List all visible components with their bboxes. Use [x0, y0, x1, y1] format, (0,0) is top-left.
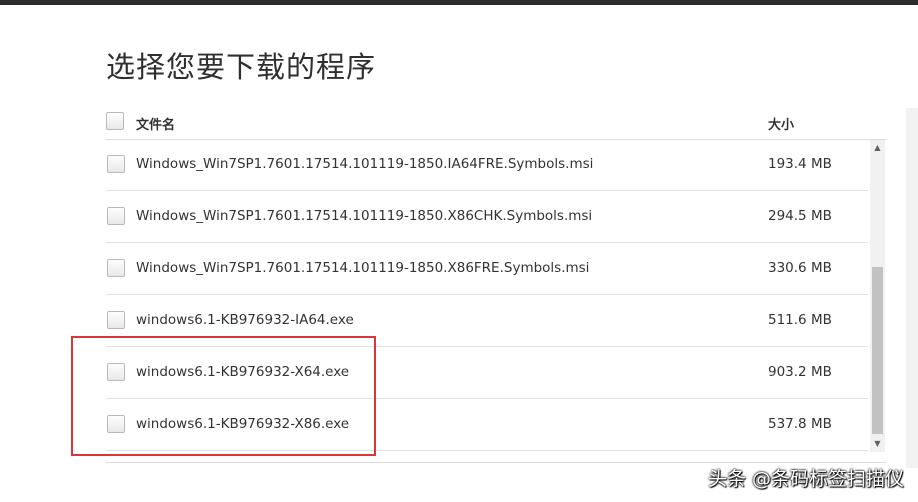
file-name: Windows_Win7SP1.7601.17514.101119-1850.I…: [136, 156, 594, 172]
list-scrollbar[interactable]: ▲ ▼: [870, 140, 885, 452]
row-checkbox[interactable]: [107, 155, 125, 173]
table-header: 文件名 大小: [106, 108, 886, 138]
list-bottom-divider: [106, 462, 886, 463]
highlight-box: [71, 336, 376, 456]
table-row[interactable]: Windows_Win7SP1.7601.17514.101119-1850.X…: [106, 243, 868, 295]
file-name: windows6.1-KB976932-IA64.exe: [136, 312, 354, 328]
file-size: 330.6 MB: [768, 260, 832, 276]
scrollbar-thumb[interactable]: [872, 267, 883, 434]
page-scroll-track: [906, 108, 918, 468]
column-header-size[interactable]: 大小: [768, 114, 794, 133]
page-title: 选择您要下载的程序: [106, 50, 377, 84]
file-size: 294.5 MB: [768, 208, 832, 224]
file-size: 511.6 MB: [768, 312, 832, 328]
select-all-checkbox[interactable]: [106, 112, 124, 130]
table-row[interactable]: Windows_Win7SP1.7601.17514.101119-1850.X…: [106, 191, 868, 243]
scroll-up-arrow-icon[interactable]: ▲: [870, 140, 885, 156]
table-row[interactable]: Windows_Win7SP1.7601.17514.101119-1850.I…: [106, 139, 868, 191]
row-checkbox[interactable]: [107, 259, 125, 277]
watermark-text: 头条 @条码标签扫描仪: [707, 468, 904, 490]
file-size: 903.2 MB: [768, 364, 832, 380]
file-size: 193.4 MB: [768, 156, 832, 172]
file-size: 537.8 MB: [768, 416, 832, 432]
file-name: Windows_Win7SP1.7601.17514.101119-1850.X…: [136, 208, 593, 224]
top-bar: [0, 0, 918, 5]
row-checkbox[interactable]: [107, 311, 125, 329]
row-checkbox[interactable]: [107, 207, 125, 225]
column-header-filename[interactable]: 文件名: [136, 114, 175, 133]
file-name: Windows_Win7SP1.7601.17514.101119-1850.X…: [136, 260, 590, 276]
scroll-down-arrow-icon[interactable]: ▼: [870, 436, 885, 452]
